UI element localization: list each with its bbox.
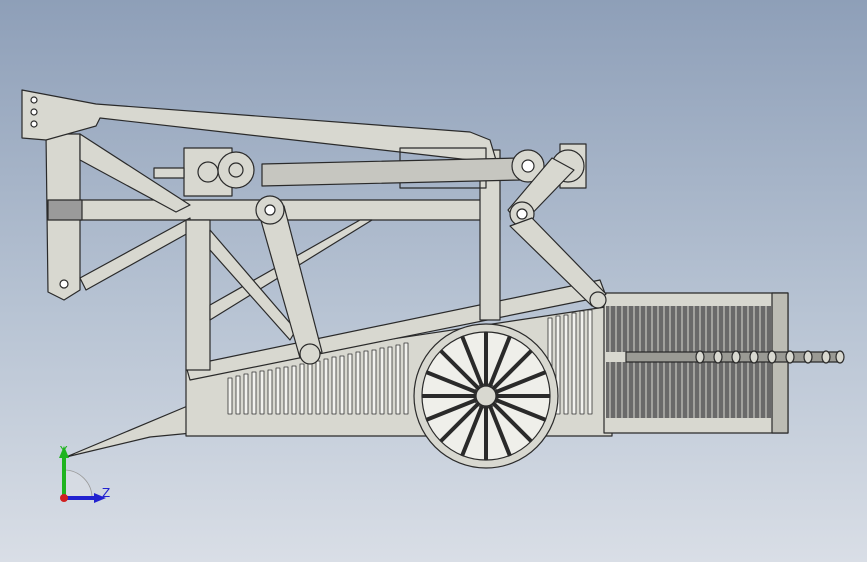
front-clamp	[47, 199, 83, 221]
z-axis-label: Z	[102, 486, 111, 500]
ground-wheel	[413, 323, 559, 469]
coordinate-triad	[59, 446, 106, 503]
front-brace-low	[79, 217, 191, 291]
rear-grate-end	[771, 292, 789, 434]
post-a	[185, 219, 211, 371]
harvester-assembly-model[interactable]	[0, 0, 867, 562]
y-axis-label: Y	[60, 444, 68, 458]
cad-viewport[interactable]: Y Z	[0, 0, 867, 562]
